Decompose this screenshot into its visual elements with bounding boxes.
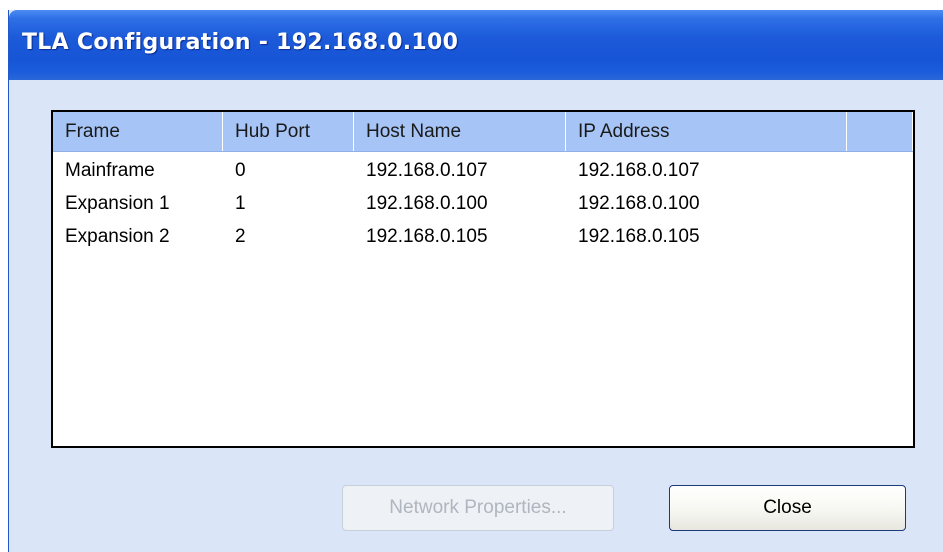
column-header-host-name[interactable]: Host Name [354, 112, 566, 151]
title-bar[interactable]: TLA Configuration - 192.168.0.100 [9, 10, 943, 80]
table-row[interactable]: Mainframe 0 192.168.0.107 192.168.0.107 [53, 154, 913, 187]
frames-list-view[interactable]: Frame Hub Port Host Name IP Address Main… [51, 110, 915, 448]
cell-ip-address: 192.168.0.107 [578, 160, 700, 181]
tla-configuration-dialog: TLA Configuration - 192.168.0.100 Frame … [8, 10, 943, 552]
cell-ip-address: 192.168.0.100 [578, 193, 700, 214]
column-header-frame[interactable]: Frame [53, 112, 223, 151]
cell-frame: Expansion 2 [65, 226, 170, 247]
list-header: Frame Hub Port Host Name IP Address [53, 112, 913, 152]
cell-hub-port: 1 [235, 193, 246, 214]
cell-hub-port: 0 [235, 160, 246, 181]
table-row[interactable]: Expansion 2 2 192.168.0.105 192.168.0.10… [53, 220, 913, 253]
cell-host-name: 192.168.0.105 [366, 226, 488, 247]
cell-ip-address: 192.168.0.105 [578, 226, 700, 247]
list-rows: Mainframe 0 192.168.0.107 192.168.0.107 … [53, 154, 913, 253]
cell-host-name: 192.168.0.100 [366, 193, 488, 214]
cell-frame: Expansion 1 [65, 193, 170, 214]
window-title: TLA Configuration - 192.168.0.100 [22, 30, 459, 55]
close-button[interactable]: Close [669, 485, 906, 531]
cell-host-name: 192.168.0.107 [366, 160, 488, 181]
cell-hub-port: 2 [235, 226, 246, 247]
table-row[interactable]: Expansion 1 1 192.168.0.100 192.168.0.10… [53, 187, 913, 220]
cell-frame: Mainframe [65, 160, 155, 181]
column-header-ip-address[interactable]: IP Address [566, 112, 847, 151]
column-header-hub-port[interactable]: Hub Port [223, 112, 354, 151]
network-properties-button[interactable]: Network Properties... [342, 485, 614, 531]
column-header-filler [847, 112, 913, 151]
